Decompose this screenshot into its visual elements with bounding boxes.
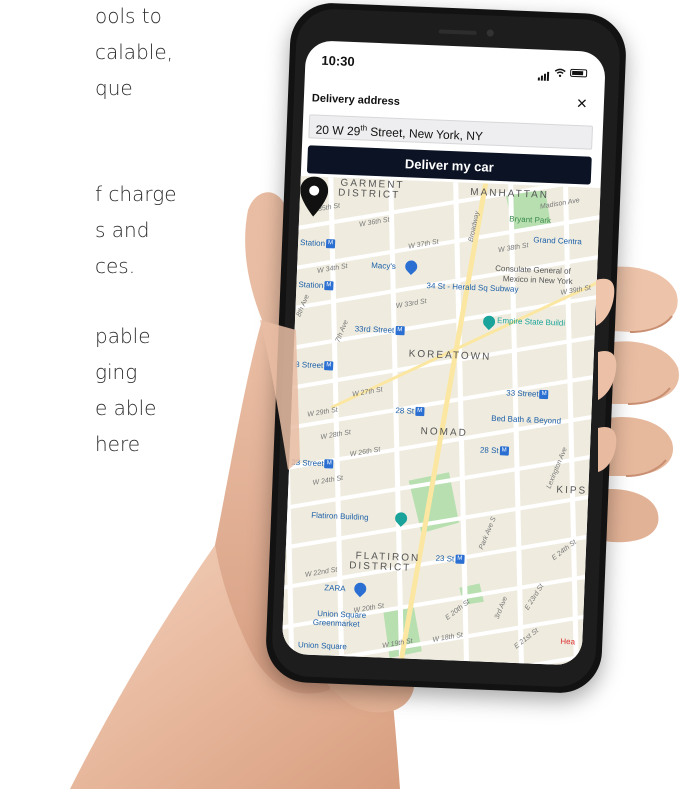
- signal-icon: [537, 62, 551, 81]
- address-text: 20 W 29: [315, 122, 361, 139]
- metro-icon: M: [324, 459, 334, 469]
- metro-icon: M: [414, 407, 425, 417]
- metro-icon: M: [325, 239, 336, 249]
- place-label[interactable]: 23 Street M: [291, 458, 334, 469]
- close-icon[interactable]: ×: [574, 93, 591, 113]
- map-view[interactable]: GARMENT DISTRICT MANHATTAN KOREATOWN NOM…: [281, 176, 601, 666]
- district-label: NOMAD: [420, 426, 469, 439]
- place-label[interactable]: Bryant Park: [509, 214, 551, 225]
- place-label[interactable]: Station M: [300, 238, 336, 249]
- wifi-icon: [554, 68, 566, 77]
- metro-icon: M: [455, 554, 465, 565]
- place-label[interactable]: Macy's: [371, 261, 396, 271]
- place-label[interactable]: Hea: [560, 637, 575, 647]
- place-label[interactable]: 33 Street M: [506, 388, 549, 400]
- metro-icon: M: [539, 390, 549, 400]
- phone-device: 10:30 Delivery address × 20 W 29th Stree…: [264, 1, 628, 695]
- place-label[interactable]: 8 Street M: [295, 360, 334, 371]
- place-label[interactable]: Grand Centra: [533, 235, 582, 246]
- metro-icon: M: [499, 446, 509, 456]
- status-time: 10:30: [321, 52, 355, 70]
- delivery-address-label: Delivery address: [311, 92, 401, 108]
- place-label[interactable]: 28 St M: [395, 406, 425, 417]
- place-label[interactable]: Union Square: [298, 640, 347, 651]
- place-label[interactable]: 23 St M: [435, 554, 465, 565]
- address-text-rest: Street, New York, NY: [366, 124, 484, 144]
- metro-icon: M: [395, 326, 405, 336]
- phone-screen: 10:30 Delivery address × 20 W 29th Stree…: [281, 40, 607, 666]
- location-pin-icon[interactable]: [299, 176, 329, 217]
- place-label[interactable]: ZARA: [324, 583, 346, 593]
- place-label[interactable]: Greenmarket: [313, 618, 360, 629]
- battery-icon: [569, 68, 588, 78]
- metro-icon: M: [324, 281, 334, 291]
- place-label[interactable]: Station M: [298, 280, 334, 291]
- place-label[interactable]: 28 St M: [480, 445, 509, 456]
- status-icons: [537, 62, 588, 82]
- district-label: KIPS: [556, 484, 588, 497]
- metro-icon: M: [324, 361, 334, 371]
- place-label[interactable]: 33rd Street M: [354, 324, 405, 336]
- address-input[interactable]: 20 W 29th Street, New York, NY: [308, 114, 594, 150]
